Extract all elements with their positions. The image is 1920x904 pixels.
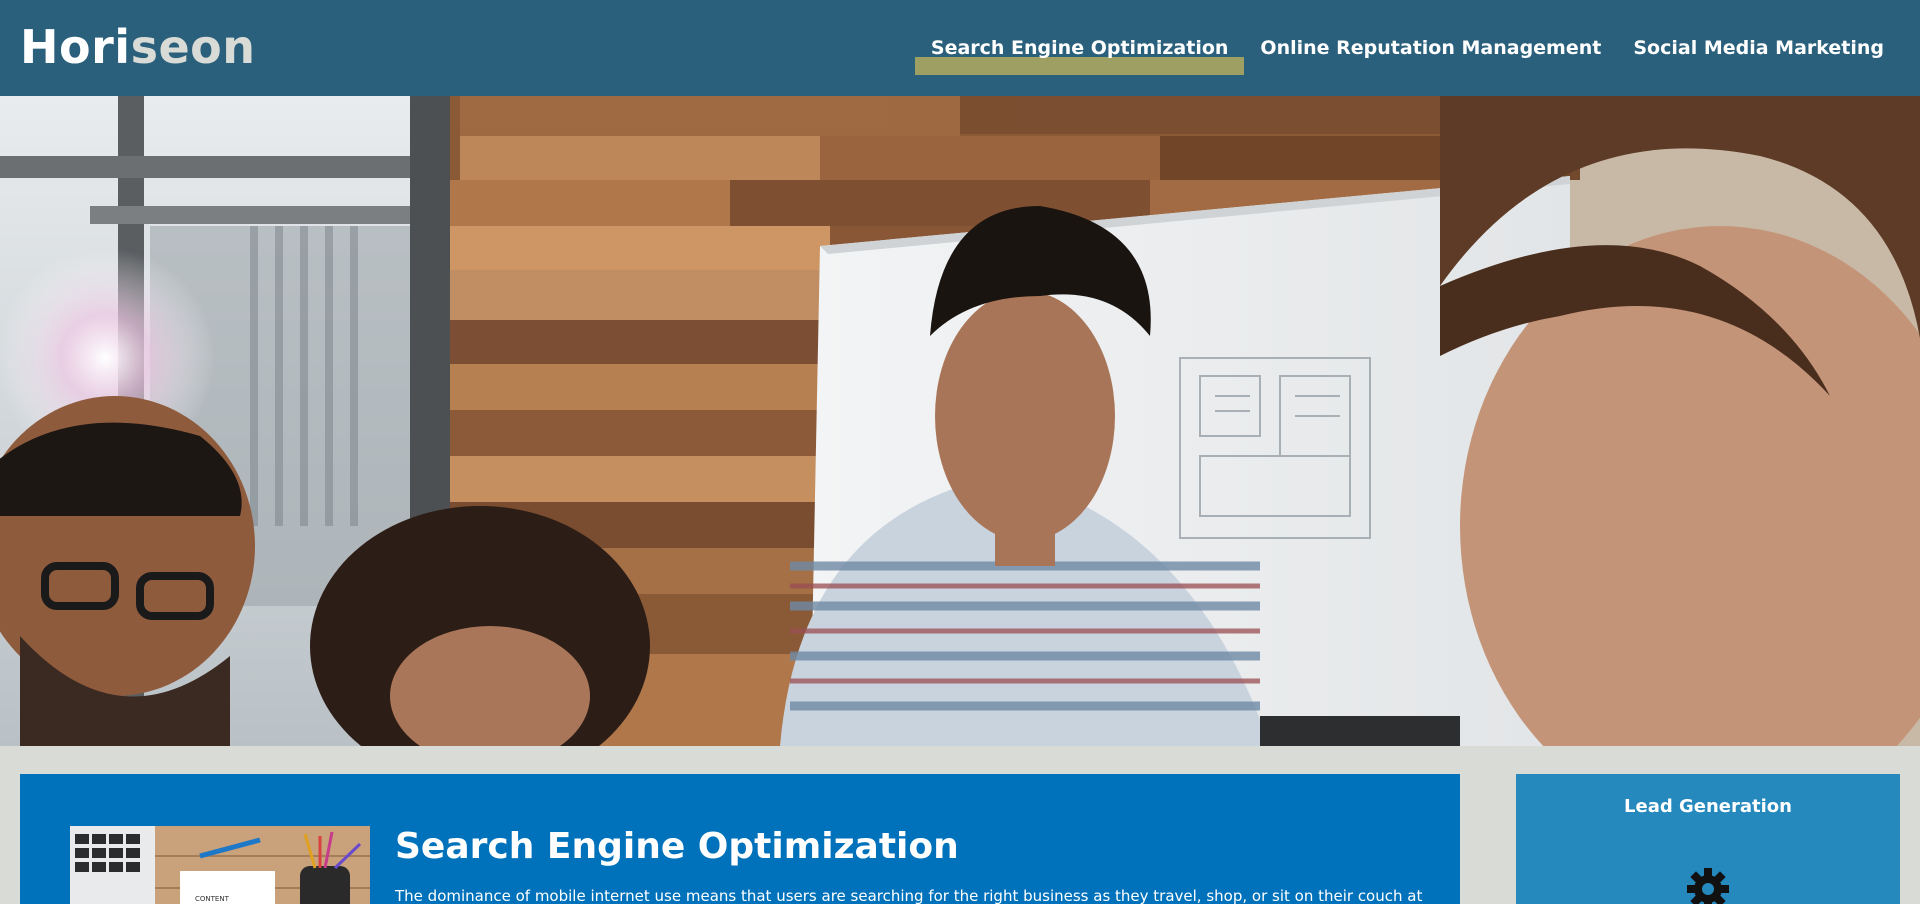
gear-icon: [1687, 868, 1729, 904]
section-text: The dominance of mobile internet use mea…: [395, 887, 1423, 904]
site-header: Horiseon Search Engine Optimization Onli…: [0, 0, 1920, 96]
nav-link-social-media[interactable]: Social Media Marketing: [1617, 0, 1900, 96]
desk-illustration: CONTENT: [70, 826, 370, 904]
hero-illustration: [0, 96, 1920, 746]
lead-generation-title: Lead Generation: [1624, 796, 1792, 817]
nav-link-reputation-label: Online Reputation Management: [1260, 37, 1602, 59]
seo-thumbnail-image: CONTENT: [70, 826, 370, 904]
section-title: Search Engine Optimization: [395, 826, 959, 867]
main-nav: Search Engine Optimization Online Reputa…: [914, 0, 1900, 96]
nav-link-social-label: Social Media Marketing: [1633, 37, 1884, 59]
svg-text:CONTENT: CONTENT: [195, 895, 230, 903]
logo-text-hori: Hori: [20, 20, 131, 74]
nav-link-seo-label: Search Engine Optimization: [930, 37, 1229, 59]
nav-link-reputation[interactable]: Online Reputation Management: [1244, 0, 1617, 96]
logo-text-seon: seon: [130, 20, 256, 74]
seo-section: CONTENT Search Engine Optimization The d…: [20, 774, 1460, 904]
hero-image: [0, 96, 1920, 746]
nav-link-seo[interactable]: Search Engine Optimization: [914, 0, 1245, 96]
lead-generation-card: Lead Generation: [1516, 774, 1900, 904]
site-logo[interactable]: Horiseon: [20, 20, 256, 74]
